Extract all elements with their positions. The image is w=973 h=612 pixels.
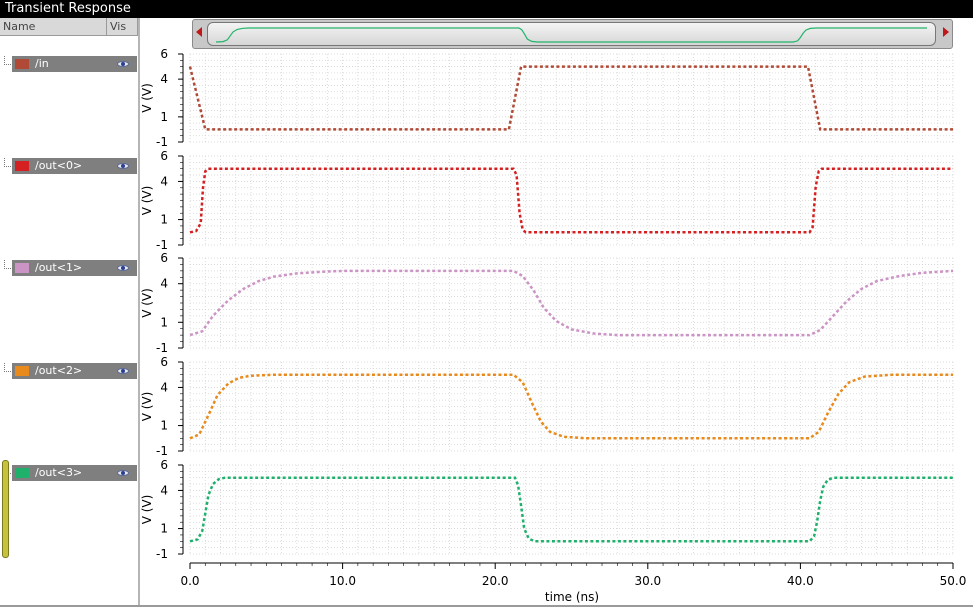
x-tick-label: 10.0 [329,574,356,588]
bottom-border [0,605,973,607]
y-axis-label: V (V) [140,288,154,318]
y-tick-label: -1 [156,547,168,561]
x-tick-label: 20.0 [482,574,509,588]
y-tick-label: 4 [160,174,168,188]
y-tick-label: 1 [160,419,168,433]
y-tick-label: 6 [160,458,168,472]
y-tick-label: 4 [160,72,168,86]
y-axis-label: V (V) [140,392,154,422]
y-tick-label: 1 [160,315,168,329]
y-tick-label: 1 [160,213,168,227]
y-axis-label: V (V) [140,186,154,216]
chart-area: 6 4 1 -1 V (V) 6 4 1 -1 V (V) 6 4 1 -1 V (V) 6 4 1 -1 V (V)… [140,47,967,604]
y-tick-label: 4 [160,277,168,291]
y-tick-label: 6 [160,355,168,369]
y-tick-label: -1 [156,341,168,355]
y-tick-label: 4 [160,483,168,497]
x-tick-label: 50.0 [940,574,967,588]
y-tick-label: 6 [160,47,168,61]
y-axis-label: V (V) [140,83,154,113]
y-tick-label: 6 [160,149,168,163]
x-tick-label: 30.0 [634,574,661,588]
y-tick-label: 1 [160,110,168,124]
y-tick-label: 4 [160,380,168,394]
y-tick-label: -1 [156,135,168,149]
y-tick-label: -1 [156,444,168,458]
y-tick-label: 1 [160,522,168,536]
x-tick-label: 40.0 [787,574,814,588]
y-tick-label: -1 [156,238,168,252]
y-axis-label: V (V) [140,495,154,525]
x-axis-label: time (ns) [545,590,599,604]
y-tick-label: 6 [160,251,168,265]
x-tick-label: 0.0 [180,574,199,588]
